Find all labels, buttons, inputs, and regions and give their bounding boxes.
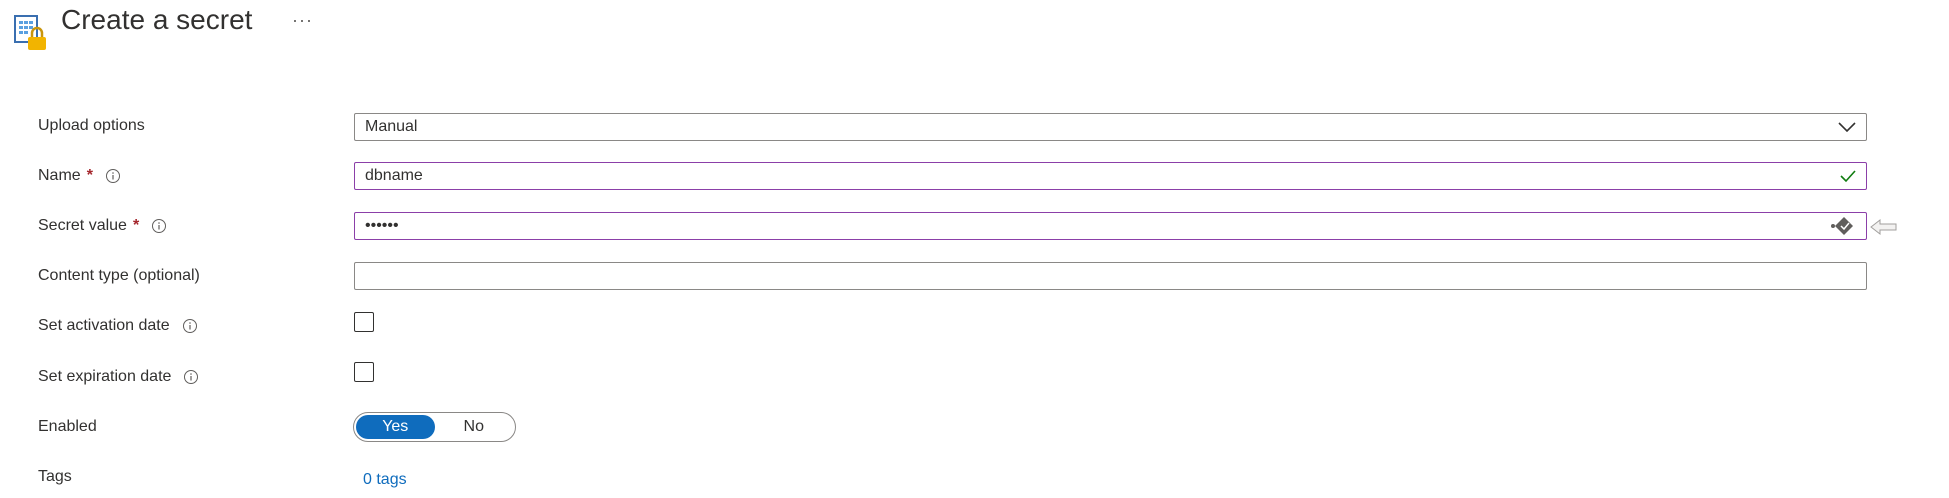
arrow-left-icon [1870,217,1898,242]
content-type-input[interactable] [354,262,1867,290]
upload-options-label-text: Upload options [38,117,145,134]
tags-link[interactable]: 0 tags [363,471,407,489]
info-icon[interactable] [151,218,167,234]
info-icon[interactable] [182,318,198,334]
secret-value-label: Secret value * [38,217,167,235]
name-label: Name * [38,167,121,185]
expiration-date-checkbox[interactable] [354,362,374,382]
secret-value-label-text: Secret value [38,217,127,234]
secret-value-masked: •••••• [365,217,399,234]
info-icon[interactable] [183,369,199,385]
checkmark-icon [1840,169,1856,183]
enabled-label-text: Enabled [38,418,97,435]
expiration-date-label-text: Set expiration date [38,368,172,385]
key-vault-secret-icon [13,12,49,52]
upload-options-label: Upload options [38,117,145,135]
upload-options-dropdown[interactable]: Manual [354,113,1867,141]
enabled-yes-option[interactable]: Yes [356,415,435,439]
chevron-down-icon [1838,122,1856,132]
name-value: dbname [365,167,423,184]
required-mark: * [86,167,93,184]
expiration-date-label: Set expiration date [38,368,199,386]
page-title: Create a secret [61,4,253,35]
upload-options-value: Manual [365,118,418,135]
content-type-label: Content type (optional) [38,267,200,285]
content-type-label-text: Content type (optional) [38,267,200,284]
info-icon[interactable] [105,168,121,184]
password-manager-icon[interactable] [1830,216,1856,236]
enabled-toggle[interactable]: Yes No [353,412,516,442]
enabled-no-option[interactable]: No [435,415,514,439]
more-options-button[interactable]: ··· [292,10,313,31]
activation-date-checkbox[interactable] [354,312,374,332]
name-input[interactable]: dbname [354,162,1867,190]
tags-label: Tags [38,468,72,486]
enabled-label: Enabled [38,418,97,436]
tags-label-text: Tags [38,468,72,485]
secret-value-input[interactable]: •••••• [354,212,1867,240]
required-mark: * [132,217,140,234]
activation-date-label: Set activation date [38,317,198,335]
activation-date-label-text: Set activation date [38,317,170,334]
name-label-text: Name [38,167,81,184]
